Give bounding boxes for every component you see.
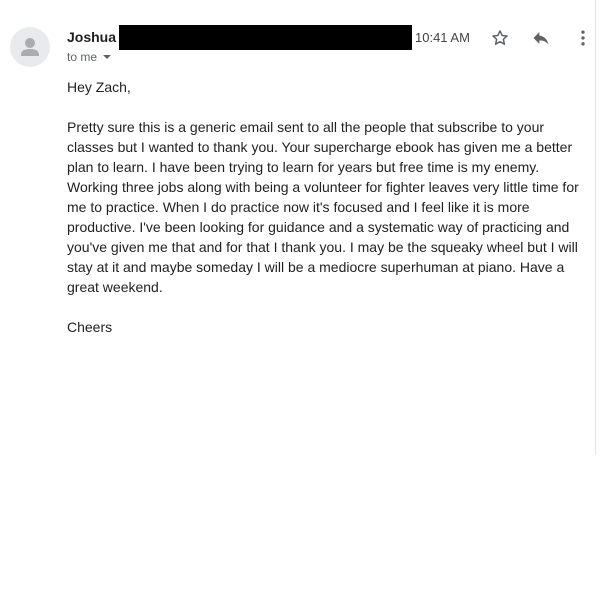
email-body: Hey Zach, Pretty sure this is a generic … [67,77,593,337]
email-view: Joshua 10:41 AM to me Hey Zach, Pretty s… [0,0,600,600]
sender-avatar[interactable] [10,27,50,67]
recipient-line: to me [67,50,98,64]
email-signoff: Cheers [67,319,113,335]
star-outline-icon [492,30,508,45]
recipient-details-toggle[interactable]: to me [67,50,112,64]
reply-button[interactable] [530,27,552,49]
more-vert-icon [581,30,585,46]
star-button[interactable] [489,27,511,49]
email-message: Pretty sure this is a generic email sent… [67,119,579,295]
pane-divider [595,0,596,455]
more-options-button[interactable] [572,27,594,49]
caret-down-icon [103,55,112,59]
redaction-bar [119,25,412,50]
email-greeting: Hey Zach, [67,79,131,95]
email-timestamp: 10:41 AM [415,30,470,45]
sender-name[interactable]: Joshua [67,29,116,45]
person-icon [21,38,39,56]
reply-icon [533,32,549,45]
